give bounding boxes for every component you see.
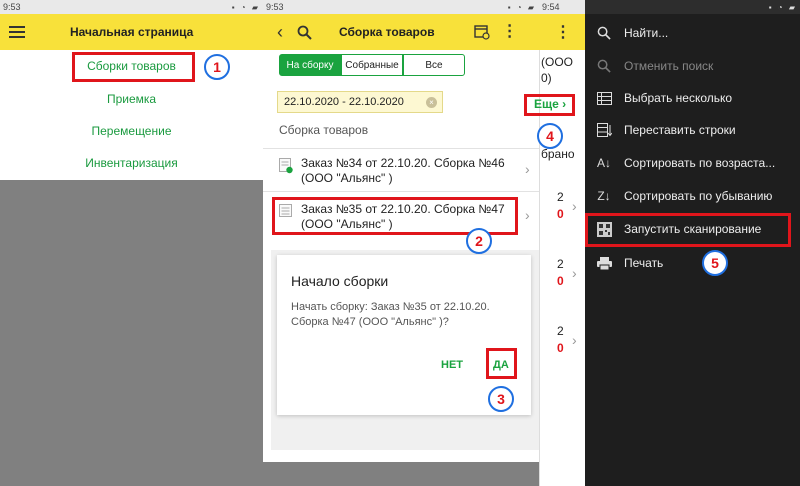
annotation-badge: 4 [537,123,563,149]
menu-item-inventory[interactable]: Инвентаризация [0,156,263,170]
row-count: 2 [557,190,564,204]
cancel-search-icon [597,59,611,73]
menu-item-print[interactable]: Печать [585,247,800,279]
menu-item-label: Переставить строки [624,123,736,137]
menu-item-label: Найти... [624,26,669,40]
search-icon [597,26,611,40]
hamburger-menu-icon[interactable] [9,26,25,38]
highlight-box [72,52,195,82]
row-count-red: 0 [557,274,564,288]
status-bar: 9:53 ▪ ◔ ▰ [263,0,539,14]
status-icons: ▪ ◔ ▰ [768,2,797,12]
status-time: 9:53 [266,2,284,12]
tab-to-assemble[interactable]: На сборку [279,54,341,76]
clear-icon[interactable]: × [426,97,437,108]
menu-item-select-multiple[interactable]: Выбрать несколько [585,82,800,114]
calendar-settings-icon[interactable] [473,24,490,40]
menu-item-find[interactable]: Найти... [585,17,800,49]
menu-item-receiving[interactable]: Приемка [0,92,263,106]
tab-all[interactable]: Все [403,54,465,76]
row-count: 2 [557,324,564,338]
menu-item-label: Выбрать несколько [624,91,733,105]
chevron-right-icon: › [525,207,530,223]
page-title: Сборка товаров [339,25,435,39]
assembly-header: ‹ Сборка товаров ⋮ [263,14,539,50]
page-title: Начальная страница [70,25,194,39]
menu-item-sort-ascending[interactable]: A↓ Сортировать по возраста... [585,147,800,179]
highlight-box [524,94,575,116]
status-icons: ▪ ◔ ▰ [231,2,260,12]
status-bar: 9:54 [539,0,585,14]
menu-item-sort-descending[interactable]: Z↓ Сортировать по убыванию [585,180,800,212]
menu-item-reorder-rows[interactable]: Переставить строки [585,114,800,146]
chevron-right-icon: › [572,265,577,281]
reorder-rows-icon [596,123,612,137]
menu-item-label: Сортировать по убыванию [624,189,773,203]
context-menu: Найти... Отменить поиск Выбрать нескольк… [585,14,800,486]
search-icon[interactable] [297,25,312,40]
dialog-message: Начать сборку: Заказ №35 от 22.10.20. Сб… [291,301,490,328]
partial-text: 0) [541,71,552,85]
menu-item-label: Отменить поиск [624,59,714,73]
sort-ascending-icon: A↓ [596,156,611,170]
multi-select-icon [596,91,612,105]
chevron-right-icon: › [572,332,577,348]
no-button[interactable]: НЕТ [441,359,463,371]
document-done-icon [279,158,293,174]
menu-item-label: Печать [624,256,664,270]
order-customer: (ООО "Альянс" ) [301,171,393,185]
screen-edge [263,462,539,486]
status-time: 9:54 [542,2,560,12]
menu-item-transfer[interactable]: Перемещение [0,124,263,138]
dialog-title: Начало сборки [291,273,389,289]
date-range-filter[interactable]: 22.10.2020 - 22.10.2020 × [277,91,443,113]
partial-text: (ООО [541,55,573,69]
status-bar: 9:53 ▪ ◔ ▰ [0,0,263,14]
status-bar: ▪ ◔ ▰ [585,0,800,14]
section-header: Сборка товаров [279,123,369,137]
printer-icon [596,256,612,270]
highlight-box [585,213,791,247]
sort-descending-icon: Z↓ [597,189,611,203]
back-arrow-icon[interactable]: ‹ [277,22,283,43]
status-time: 9:53 [3,2,21,12]
annotation-badge: 5 [702,250,728,276]
annotation-badge: 3 [488,386,514,412]
order-title: Заказ №34 от 22.10.20. Сборка №46 [301,156,505,170]
more-options-icon[interactable]: ⋮ [502,24,518,40]
menu-item-cancel-search: Отменить поиск [585,50,800,82]
chevron-right-icon: › [572,198,577,214]
assembly-list: На сборку Собранные Все 22.10.2020 - 22.… [263,50,539,486]
partial-text: брано [541,147,575,161]
annotation-badge: 1 [204,54,230,80]
row-count-red: 0 [557,341,564,355]
status-icons: ▪ ◔ ▰ [507,2,536,12]
app-header: Начальная страница [0,14,263,50]
menu-item-label: Сортировать по возраста... [624,156,776,170]
date-range-value: 22.10.2020 - 22.10.2020 [284,96,404,108]
chevron-right-icon: › [525,161,530,177]
row-count-red: 0 [557,207,564,221]
annotation-badge: 2 [466,228,492,254]
row-count: 2 [557,257,564,271]
tab-assembled[interactable]: Собранные [341,54,403,76]
highlight-box [486,348,517,379]
more-options-icon[interactable]: ⋮ [555,22,571,42]
partial-header: ⋮ [539,14,585,50]
